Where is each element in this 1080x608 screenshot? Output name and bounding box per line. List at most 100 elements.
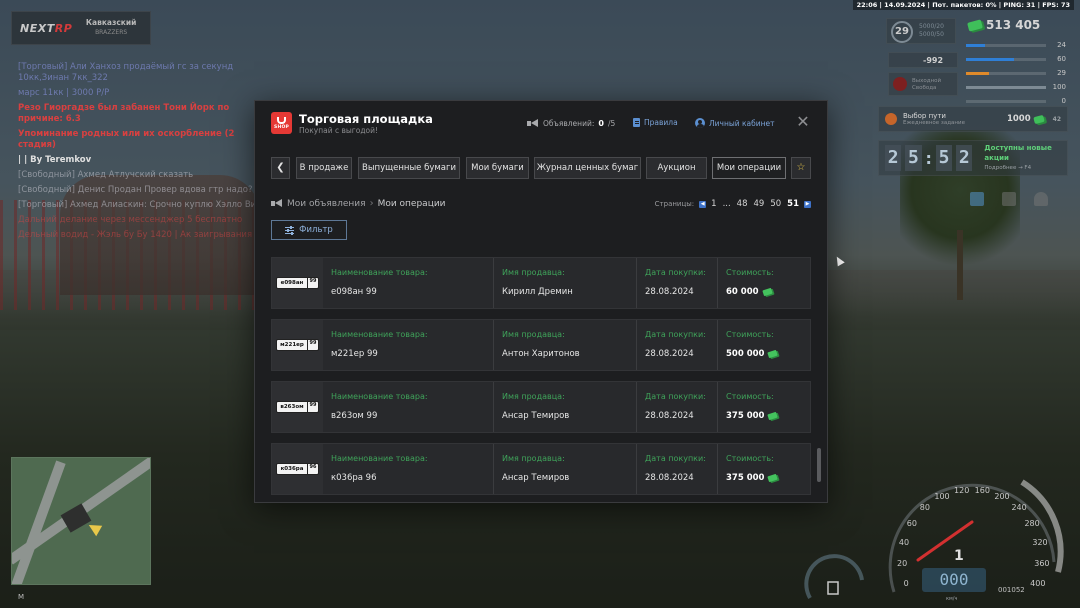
page-number[interactable]: 48 [737, 199, 748, 209]
stat-bar [966, 99, 1046, 103]
operations-scrollbar[interactable] [817, 448, 821, 482]
mileage-readout: 001052 [998, 586, 1025, 594]
chat-log: [Торговый] Али Ханхоз продаёмый гс за се… [18, 62, 268, 245]
operation-row[interactable]: е098ан 99 Наименование товара: е098ан 99 Имя… [271, 257, 811, 309]
item-cell: Наименование товара: к036ра 96 [323, 444, 493, 494]
page-number: ... [722, 199, 731, 209]
task-subtitle: Ежедневное задание [903, 120, 965, 126]
daily-task-panel[interactable]: Выбор пути Ежедневное задание 1000 42 [878, 106, 1068, 132]
stat-bar [966, 43, 1046, 47]
chat-line: [Торговый] Али Ханхоз продаёмый гс за се… [18, 62, 234, 83]
page-number[interactable]: 49 [754, 199, 765, 209]
price-cell: Стоимость: 500 000 [717, 320, 811, 370]
server-logo: NEXTRP Кавказский BRAZZERS [11, 11, 151, 45]
document-icon [633, 118, 640, 127]
plate-region: 99 [307, 278, 318, 288]
operation-row[interactable]: к036ра 96 Наименование товара: к036ра 96 Имя… [271, 443, 811, 495]
brand-logo: NEXTRP [20, 21, 73, 35]
plate-region-code: 99 [309, 402, 317, 408]
status-bar: 22:06 | 14.09.2024 | Пот. пакетов: 0% | … [852, 0, 1074, 10]
close-icon[interactable]: ✕ [795, 114, 811, 130]
filter-button[interactable]: Фильтр [271, 220, 347, 240]
plate-region-code: 99 [309, 340, 317, 346]
seller-label: Имя продавца: [502, 392, 565, 401]
plate-thumbnail: к036ра 96 [272, 444, 323, 494]
speed-tick-label: 360 [1034, 559, 1049, 568]
speed-tick-label: 200 [994, 492, 1009, 501]
speed-tick-label: 320 [1032, 538, 1047, 547]
stat-bar [966, 71, 1046, 75]
megaphone-icon [271, 199, 283, 208]
task-extra: 42 [1052, 115, 1061, 123]
chat-line: Упоминание родных или их оскорбление (2 … [18, 129, 235, 150]
chevron-right-icon: › [369, 198, 374, 209]
filter-label: Фильтр [299, 225, 333, 235]
item-label: Наименование товара: [331, 330, 428, 339]
price-cell: Стоимость: 375 000 [717, 382, 811, 432]
stat-bar [966, 85, 1046, 89]
rules-link[interactable]: Правила [633, 118, 678, 127]
seller-cell: Имя продавца: Ансар Темиров [493, 382, 636, 432]
breadcrumb: Мои объявления › Мои операции [271, 198, 446, 209]
timer-digit: 2 [956, 145, 973, 171]
stat-bar-fill [966, 57, 1014, 61]
speed-tick-label: 80 [920, 503, 930, 512]
plate-region: 96 [307, 464, 318, 474]
date-label: Дата покупки: [645, 454, 706, 463]
license-plate-icon: е098ан 99 [276, 277, 319, 289]
date-label: Дата покупки: [645, 330, 706, 339]
date-value: 28.08.2024 [645, 287, 694, 297]
next-page-button[interactable]: ▶ [804, 200, 811, 208]
stat-value: 100 [1052, 83, 1066, 91]
tab-issued-papers[interactable]: Выпущенные бумаги [358, 157, 460, 179]
stat-value: 0 [1061, 97, 1066, 105]
back-button[interactable]: ❮ [271, 157, 290, 179]
price-value: 500 000 [726, 349, 779, 359]
page-number[interactable]: 50 [770, 199, 781, 209]
tab-securities-journal[interactable]: Журнал ценных бумаг [534, 157, 641, 179]
tab-my-operations[interactable]: Мои операции [712, 157, 786, 179]
plate-region-code: 96 [309, 464, 317, 470]
money-icon [767, 411, 779, 421]
price-label: Стоимость: [726, 330, 774, 339]
promo-timer-panel[interactable]: 2 5 : 5 2 Доступны новые акции Подробнее… [878, 140, 1068, 176]
page-number[interactable]: 51 [787, 199, 799, 209]
speed-tick-label: 60 [907, 519, 917, 528]
date-cell: Дата покупки: 28.08.2024 [636, 382, 717, 432]
price-value: 375 000 [726, 411, 779, 421]
prev-page-button[interactable]: ◀ [699, 200, 707, 208]
ads-label: Объявлений: [543, 119, 595, 128]
chat-line: [Свободный] Ахмед Атлучский сказать [18, 170, 194, 180]
price-amount: 375 000 [726, 473, 765, 483]
bell-icon[interactable] [1034, 192, 1048, 206]
exp-counter: 5000/20 5000/50 [919, 23, 944, 38]
pagination: Страницы: ◀ 1... 48 49 50 51 ▶ [655, 199, 811, 209]
page-number[interactable]: 1 [711, 199, 716, 209]
item-cell: Наименование товара: в263ом 99 [323, 382, 493, 432]
operation-row[interactable]: в263ом 99 Наименование товара: в263ом 99 Имя… [271, 381, 811, 433]
plate-number: м221ер [280, 342, 304, 348]
item-label: Наименование товара: [331, 268, 428, 277]
tab-for-sale[interactable]: В продаже [296, 157, 352, 179]
breadcrumb-my-ads[interactable]: Мои объявления [287, 199, 366, 209]
favorites-button[interactable]: ☆ [791, 157, 811, 179]
tab-auction[interactable]: Аукцион [646, 157, 707, 179]
pagination-label: Страницы: [654, 200, 695, 208]
price-label: Стоимость: [726, 392, 774, 401]
operation-row[interactable]: м221ер 99 Наименование товара: м221ер 99 Имя… [271, 319, 811, 371]
personal-cabinet-link[interactable]: Личный кабинет [695, 118, 775, 128]
money-amount: 513 405 [986, 18, 1041, 32]
menu-icon[interactable] [1002, 192, 1016, 206]
item-value: к036ра 96 [331, 473, 377, 483]
date-value: 28.08.2024 [645, 411, 694, 421]
date-cell: Дата покупки: 28.08.2024 [636, 320, 717, 370]
tab-my-papers[interactable]: Мои бумаги [466, 157, 529, 179]
date-value: 28.08.2024 [645, 473, 694, 483]
promo-subtitle: Подробнее → F4 [984, 165, 1032, 171]
marketplace-title: Торговая площадка [299, 112, 433, 126]
plate-number: в263ом [280, 404, 304, 410]
player-stats: 24 60 29 100 0 [966, 38, 1066, 108]
cabinet-link-label: Личный кабинет [709, 118, 775, 128]
calendar-icon[interactable] [970, 192, 984, 206]
price-label: Стоимость: [726, 268, 774, 277]
